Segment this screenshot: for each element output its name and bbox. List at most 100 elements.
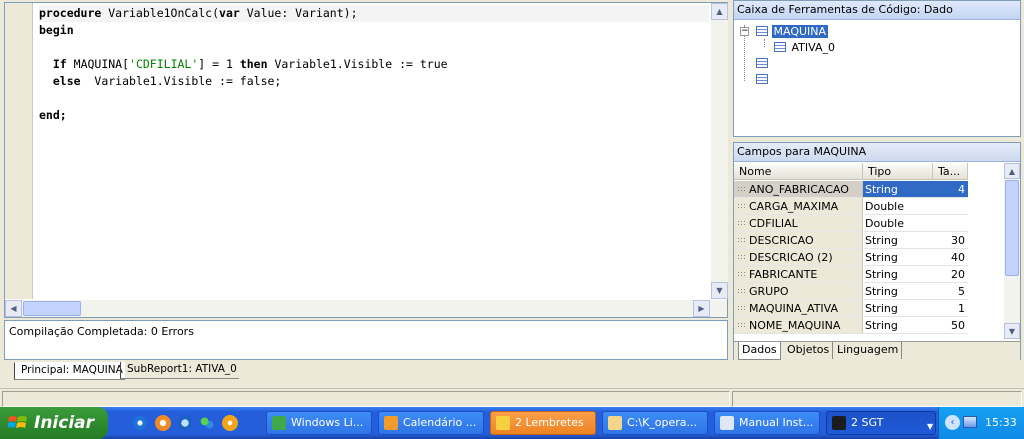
calendar-app-icon[interactable] (155, 415, 171, 431)
task-menu-arrow-icon[interactable]: ▼ (927, 422, 933, 431)
internet-explorer-icon[interactable] (132, 415, 148, 431)
field-type-cell[interactable]: String (863, 232, 933, 249)
scroll-up-arrow-icon[interactable]: ▲ (1004, 163, 1020, 179)
code-text[interactable]: procedure Variable1OnCalc(var Value: Var… (39, 5, 709, 297)
collapse-toggle-icon[interactable]: − (740, 27, 749, 36)
column-header-tamanho[interactable]: Ta... (933, 163, 968, 180)
media-player-icon[interactable] (222, 415, 238, 431)
fields-vertical-scrollbar[interactable]: ▲ ▼ (1004, 163, 1020, 339)
tray-expand-icon[interactable]: ‹ (945, 415, 960, 430)
table-row[interactable]: CDFILIAL Double (734, 215, 1004, 232)
field-size-cell[interactable]: 5 (933, 283, 968, 300)
column-header-tipo[interactable]: Tipo (863, 163, 933, 180)
tab-linguagem[interactable]: Linguagem (834, 342, 903, 359)
tree-node-empty[interactable] (756, 72, 768, 87)
taskbar-button[interactable]: Manual Inst... (714, 411, 820, 435)
table-row[interactable]: MAQUINA_ATIVA String 1 (734, 300, 1004, 317)
drag-grip-icon[interactable] (737, 305, 745, 312)
table-row[interactable]: CARGA_MAXIMA Double (734, 198, 1004, 215)
drag-grip-icon[interactable] (737, 322, 745, 329)
drag-grip-icon[interactable] (737, 271, 745, 278)
code-keyword: procedure (39, 6, 102, 20)
tree-node-empty[interactable] (756, 56, 768, 71)
browser-icon[interactable] (177, 415, 193, 431)
field-type-cell[interactable]: String (863, 181, 933, 198)
messenger-icon[interactable] (199, 415, 215, 431)
scroll-down-arrow-icon[interactable]: ▼ (1004, 323, 1020, 339)
taskbar-button-label: Windows Li... (291, 416, 364, 429)
taskbar-button[interactable]: C:\K_opera... (602, 411, 708, 435)
field-type-cell[interactable]: Double (863, 215, 933, 232)
tab-dados[interactable]: Dados (738, 342, 781, 360)
table-row[interactable]: FABRICANTE String 20 (734, 266, 1004, 283)
vertical-scroll-thumb[interactable] (1005, 180, 1019, 276)
tree-node-ativa-0[interactable]: ATIVA_0 (774, 40, 835, 55)
field-type-cell[interactable]: String (863, 249, 933, 266)
taskbar-button-label: 2 SGT (851, 416, 884, 429)
field-size-cell[interactable]: 4 (933, 181, 968, 198)
taskbar-button[interactable]: 2 Lembretes (490, 411, 596, 435)
editor-horizontal-scrollbar[interactable]: ◀ ▶ (5, 300, 727, 317)
field-size-cell[interactable] (933, 198, 968, 215)
field-type-cell[interactable]: String (863, 317, 933, 334)
field-size-cell[interactable] (933, 215, 968, 232)
field-type-cell[interactable]: Double (863, 198, 933, 215)
horizontal-scroll-thumb[interactable] (23, 301, 81, 316)
drag-grip-icon[interactable] (737, 237, 745, 244)
scroll-up-arrow-icon[interactable]: ▲ (711, 3, 728, 20)
code-line[interactable]: procedure Variable1OnCalc(var Value: Var… (39, 5, 709, 22)
network-icon[interactable] (963, 416, 977, 428)
tab-label: SubReport1: ATIVA_0 (127, 363, 237, 375)
field-name-cell[interactable]: CARGA_MAXIMA (734, 198, 863, 215)
code-line[interactable]: else Variable1.Visible := false; (39, 73, 709, 90)
table-row[interactable]: DESCRICAO (2) String 40 (734, 249, 1004, 266)
scroll-left-arrow-icon[interactable]: ◀ (5, 300, 22, 317)
field-size-cell[interactable]: 30 (933, 232, 968, 249)
start-button[interactable]: Iniciar (0, 407, 108, 439)
taskbar-button-label: 2 Lembretes (515, 416, 584, 429)
drag-grip-icon[interactable] (737, 203, 745, 210)
field-name-cell[interactable]: FABRICANTE (734, 266, 863, 283)
column-header-nome[interactable]: Nome (734, 163, 863, 180)
drag-grip-icon[interactable] (737, 254, 745, 261)
field-size-cell[interactable]: 1 (933, 300, 968, 317)
code-editor[interactable]: procedure Variable1OnCalc(var Value: Var… (4, 2, 728, 318)
code-line[interactable]: begin (39, 22, 709, 39)
table-row[interactable]: ANO_FABRICACAO String 4 (734, 181, 1004, 198)
tree-node-maquina[interactable]: MAQUINA (756, 24, 829, 39)
code-line[interactable]: If MAQUINA['CDFILIAL'] = 1 then Variable… (39, 56, 709, 73)
field-size-cell[interactable]: 50 (933, 317, 968, 334)
scroll-down-arrow-icon[interactable]: ▼ (711, 282, 728, 299)
taskbar-button[interactable]: 2 SGT (826, 411, 936, 435)
tab-objetos[interactable]: Objetos (784, 342, 834, 359)
table-row[interactable]: DESCRICAO String 30 (734, 232, 1004, 249)
scroll-right-arrow-icon[interactable]: ▶ (693, 300, 710, 317)
field-name-cell[interactable]: NOME_MAQUINA (734, 317, 863, 334)
field-name-cell[interactable]: GRUPO (734, 283, 863, 300)
table-icon (756, 74, 768, 84)
code-line[interactable] (39, 90, 709, 107)
taskbar-button[interactable]: Calendário ... (378, 411, 484, 435)
field-name-cell[interactable]: ANO_FABRICACAO (734, 181, 863, 198)
field-name-cell[interactable]: MAQUINA_ATIVA (734, 300, 863, 317)
field-type-cell[interactable]: String (863, 266, 933, 283)
field-size-cell[interactable]: 20 (933, 266, 968, 283)
drag-grip-icon[interactable] (737, 288, 745, 295)
field-size-cell[interactable]: 40 (933, 249, 968, 266)
drag-grip-icon[interactable] (737, 220, 745, 227)
field-name-cell[interactable]: DESCRICAO (2) (734, 249, 863, 266)
field-name-cell[interactable]: CDFILIAL (734, 215, 863, 232)
code-line[interactable]: end; (39, 107, 709, 124)
field-type-cell[interactable]: String (863, 283, 933, 300)
drag-grip-icon[interactable] (737, 186, 745, 193)
table-row[interactable]: GRUPO String 5 (734, 283, 1004, 300)
tab-principal-maquina[interactable]: Principal: MAQUINA (14, 362, 125, 380)
taskbar-button[interactable]: Windows Li... (266, 411, 372, 435)
tab-subreport1[interactable]: SubReport1: ATIVA_0 (120, 362, 239, 379)
table-row[interactable]: NOME_MAQUINA String 50 (734, 317, 1004, 334)
field-name-cell[interactable]: DESCRICAO (734, 232, 863, 249)
code-line[interactable] (39, 39, 709, 56)
field-type-cell[interactable]: String (863, 300, 933, 317)
editor-vertical-scrollbar[interactable]: ▲ ▼ (711, 3, 728, 299)
clock[interactable]: 15:33 (985, 416, 1017, 429)
